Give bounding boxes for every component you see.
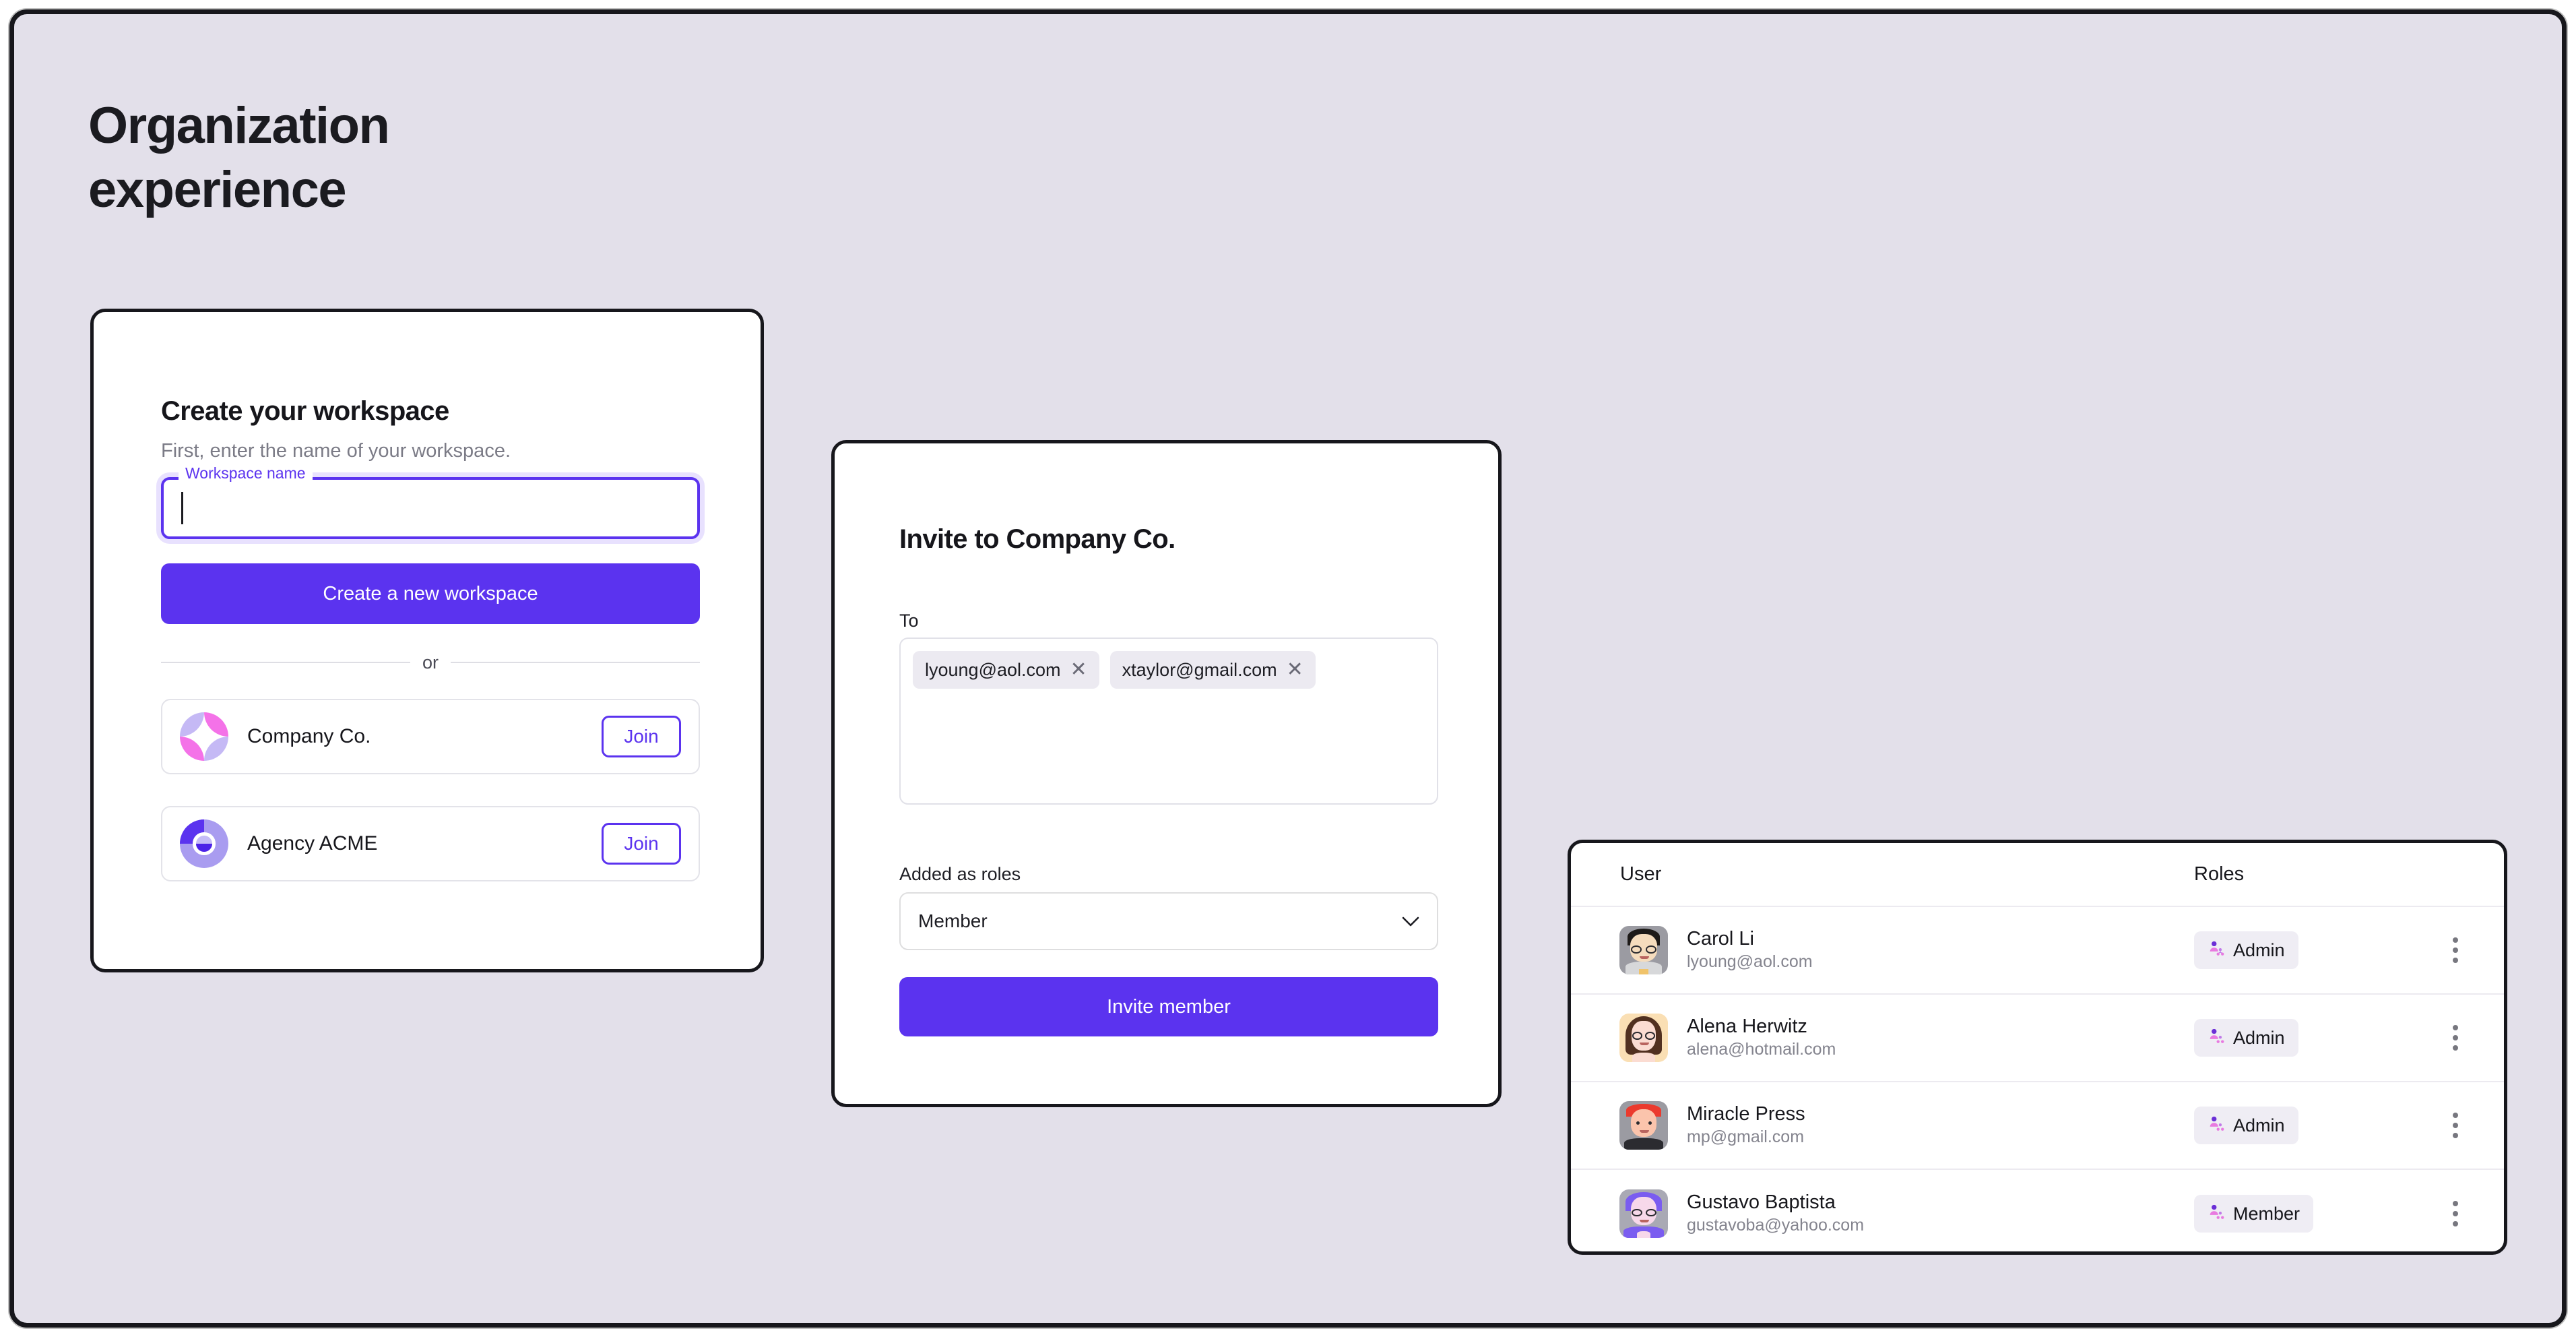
remove-recipient-icon[interactable]: ✕ (1287, 660, 1303, 680)
create-workspace-card: Create your workspace First, enter the n… (90, 309, 764, 972)
page-title: Organization experience (88, 94, 600, 222)
to-label: To (899, 611, 919, 631)
text-caret (181, 492, 183, 524)
recipient-chip[interactable]: lyoung@aol.com ✕ (913, 651, 1099, 689)
workspace-name-label: Workspace name (179, 466, 313, 481)
row-menu-icon[interactable] (2453, 1201, 2458, 1226)
role-label: Admin (2233, 1027, 2285, 1048)
user-name: Carol Li (1687, 928, 1754, 950)
role-label: Member (2233, 1203, 2300, 1224)
divider-label: or (422, 652, 439, 673)
workspace-item-company-co[interactable]: Company Co. Join (161, 699, 700, 774)
table-row[interactable]: Alena Herwitz alena@hotmail.com Admin (1571, 995, 2504, 1082)
role-person-icon (2208, 1203, 2225, 1225)
table-header: User Roles (1571, 843, 2504, 907)
join-button-agency-acme[interactable]: Join (602, 823, 681, 865)
avatar-miracle-press (1619, 1101, 1668, 1150)
divider-line-left (161, 662, 410, 663)
page-title-line-2: experience (88, 161, 347, 218)
user-email: lyoung@aol.com (1687, 952, 1813, 972)
members-table-card: User Roles Carol Li lyoung@aol.com Admin… (1568, 840, 2507, 1255)
join-button-company-co[interactable]: Join (602, 716, 681, 757)
user-name: Alena Herwitz (1687, 1016, 1807, 1037)
divider-line-right (451, 662, 701, 663)
recipient-chip[interactable]: xtaylor@gmail.com ✕ (1109, 651, 1316, 689)
agency-acme-logo-icon (180, 819, 228, 868)
row-menu-icon[interactable] (2453, 937, 2458, 963)
workspace-item-name: Agency ACME (247, 832, 378, 854)
user-email: alena@hotmail.com (1687, 1040, 1836, 1059)
table-row[interactable]: Gustavo Baptista gustavoba@yahoo.com Mem… (1571, 1170, 2504, 1257)
avatar-alena-herwitz (1619, 1014, 1668, 1062)
user-name: Gustavo Baptista (1687, 1191, 1836, 1213)
user-name: Miracle Press (1687, 1103, 1805, 1125)
avatar-carol-li (1619, 926, 1668, 974)
invite-title: Invite to Company Co. (899, 524, 1176, 554)
or-divider: or (161, 652, 701, 673)
column-header-roles: Roles (2194, 863, 2245, 885)
added-as-roles-label: Added as roles (899, 864, 1021, 884)
role-badge[interactable]: Admin (2194, 1107, 2298, 1144)
user-identity: Alena Herwitz alena@hotmail.com (1687, 1014, 1836, 1061)
role-badge[interactable]: Admin (2194, 1019, 2298, 1057)
role-badge[interactable]: Admin (2194, 931, 2298, 969)
workspace-item-name: Company Co. (247, 725, 371, 747)
workspace-name-input-box[interactable] (161, 477, 700, 539)
recipient-email: lyoung@aol.com (925, 659, 1061, 680)
row-menu-icon[interactable] (2453, 1025, 2458, 1051)
table-row[interactable]: Carol Li lyoung@aol.com Admin (1571, 907, 2504, 995)
create-workspace-title: Create your workspace (161, 396, 449, 426)
user-identity: Carol Li lyoung@aol.com (1687, 927, 1813, 974)
row-menu-icon[interactable] (2453, 1113, 2458, 1138)
recipients-input[interactable]: lyoung@aol.com ✕ xtaylor@gmail.com ✕ (899, 638, 1438, 805)
workspace-name-field[interactable]: Workspace name (161, 466, 700, 539)
create-workspace-subtitle: First, enter the name of your workspace. (161, 440, 511, 462)
role-select-value: Member (918, 910, 988, 931)
app-frame: Organization experience Create your work… (9, 9, 2567, 1328)
recipient-email: xtaylor@gmail.com (1122, 659, 1277, 680)
invite-card: Invite to Company Co. To lyoung@aol.com … (831, 440, 1502, 1107)
role-select[interactable]: Member (899, 892, 1438, 950)
column-header-user: User (1620, 863, 1662, 885)
workspace-item-agency-acme[interactable]: Agency ACME Join (161, 806, 700, 881)
page-title-line-1: Organization (88, 97, 390, 154)
table-row[interactable]: Miracle Press mp@gmail.com Admin (1571, 1082, 2504, 1170)
user-identity: Miracle Press mp@gmail.com (1687, 1102, 1805, 1149)
role-person-icon (2208, 1027, 2225, 1049)
role-badge[interactable]: Member (2194, 1195, 2314, 1233)
user-email: mp@gmail.com (1687, 1127, 1805, 1147)
chevron-down-icon[interactable] (1402, 910, 1419, 932)
remove-recipient-icon[interactable]: ✕ (1070, 660, 1087, 680)
user-email: gustavoba@yahoo.com (1687, 1216, 1865, 1235)
user-identity: Gustavo Baptista gustavoba@yahoo.com (1687, 1190, 1864, 1237)
create-new-workspace-button[interactable]: Create a new workspace (161, 563, 700, 624)
avatar-gustavo-baptista (1619, 1189, 1668, 1238)
role-label: Admin (2233, 939, 2285, 960)
role-label: Admin (2233, 1115, 2285, 1136)
role-person-icon (2208, 939, 2225, 962)
invite-member-button[interactable]: Invite member (899, 977, 1438, 1036)
company-co-logo-icon (180, 712, 228, 761)
role-person-icon (2208, 1115, 2225, 1137)
